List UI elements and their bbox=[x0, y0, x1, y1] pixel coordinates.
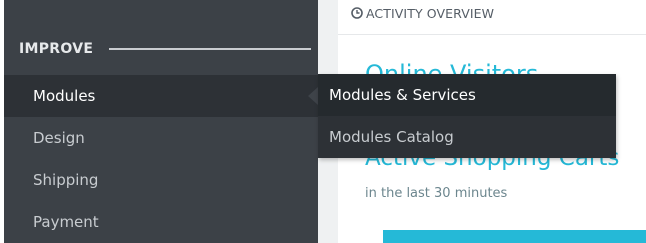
clock-icon bbox=[351, 7, 363, 19]
sidebar-item-label: Payment bbox=[33, 213, 99, 231]
modules-submenu: Modules & Services Modules Catalog bbox=[318, 74, 616, 158]
sidebar-item-label: Modules bbox=[33, 87, 96, 105]
sidebar-item-design[interactable]: Design bbox=[4, 117, 318, 159]
submenu-item-label: Modules & Services bbox=[329, 86, 476, 104]
section-divider bbox=[109, 48, 311, 50]
submenu-item-modules-services[interactable]: Modules & Services bbox=[318, 74, 616, 116]
active-carts-subtitle: in the last 30 minutes bbox=[365, 186, 508, 201]
sidebar-item-shipping[interactable]: Shipping bbox=[4, 159, 318, 201]
active-caret-icon bbox=[308, 87, 318, 105]
submenu-item-label: Modules Catalog bbox=[329, 128, 454, 146]
sidebar: IMPROVE Modules Design Shipping Payment bbox=[4, 0, 318, 243]
panel-title: ACTIVITY OVERVIEW bbox=[366, 5, 495, 21]
sidebar-item-modules[interactable]: Modules bbox=[4, 75, 318, 117]
panel-header: ACTIVITY OVERVIEW bbox=[351, 3, 494, 23]
header-divider bbox=[338, 34, 646, 35]
sidebar-section-header: IMPROVE bbox=[19, 38, 311, 60]
sidebar-section-label: IMPROVE bbox=[19, 41, 94, 57]
sidebar-item-label: Shipping bbox=[33, 171, 99, 189]
sidebar-item-label: Design bbox=[33, 129, 85, 147]
stat-bar bbox=[383, 230, 646, 243]
app-root: ACTIVITY OVERVIEW Online Visitors Active… bbox=[0, 0, 646, 243]
sidebar-item-payment[interactable]: Payment bbox=[4, 201, 318, 243]
submenu-item-modules-catalog[interactable]: Modules Catalog bbox=[318, 116, 616, 158]
